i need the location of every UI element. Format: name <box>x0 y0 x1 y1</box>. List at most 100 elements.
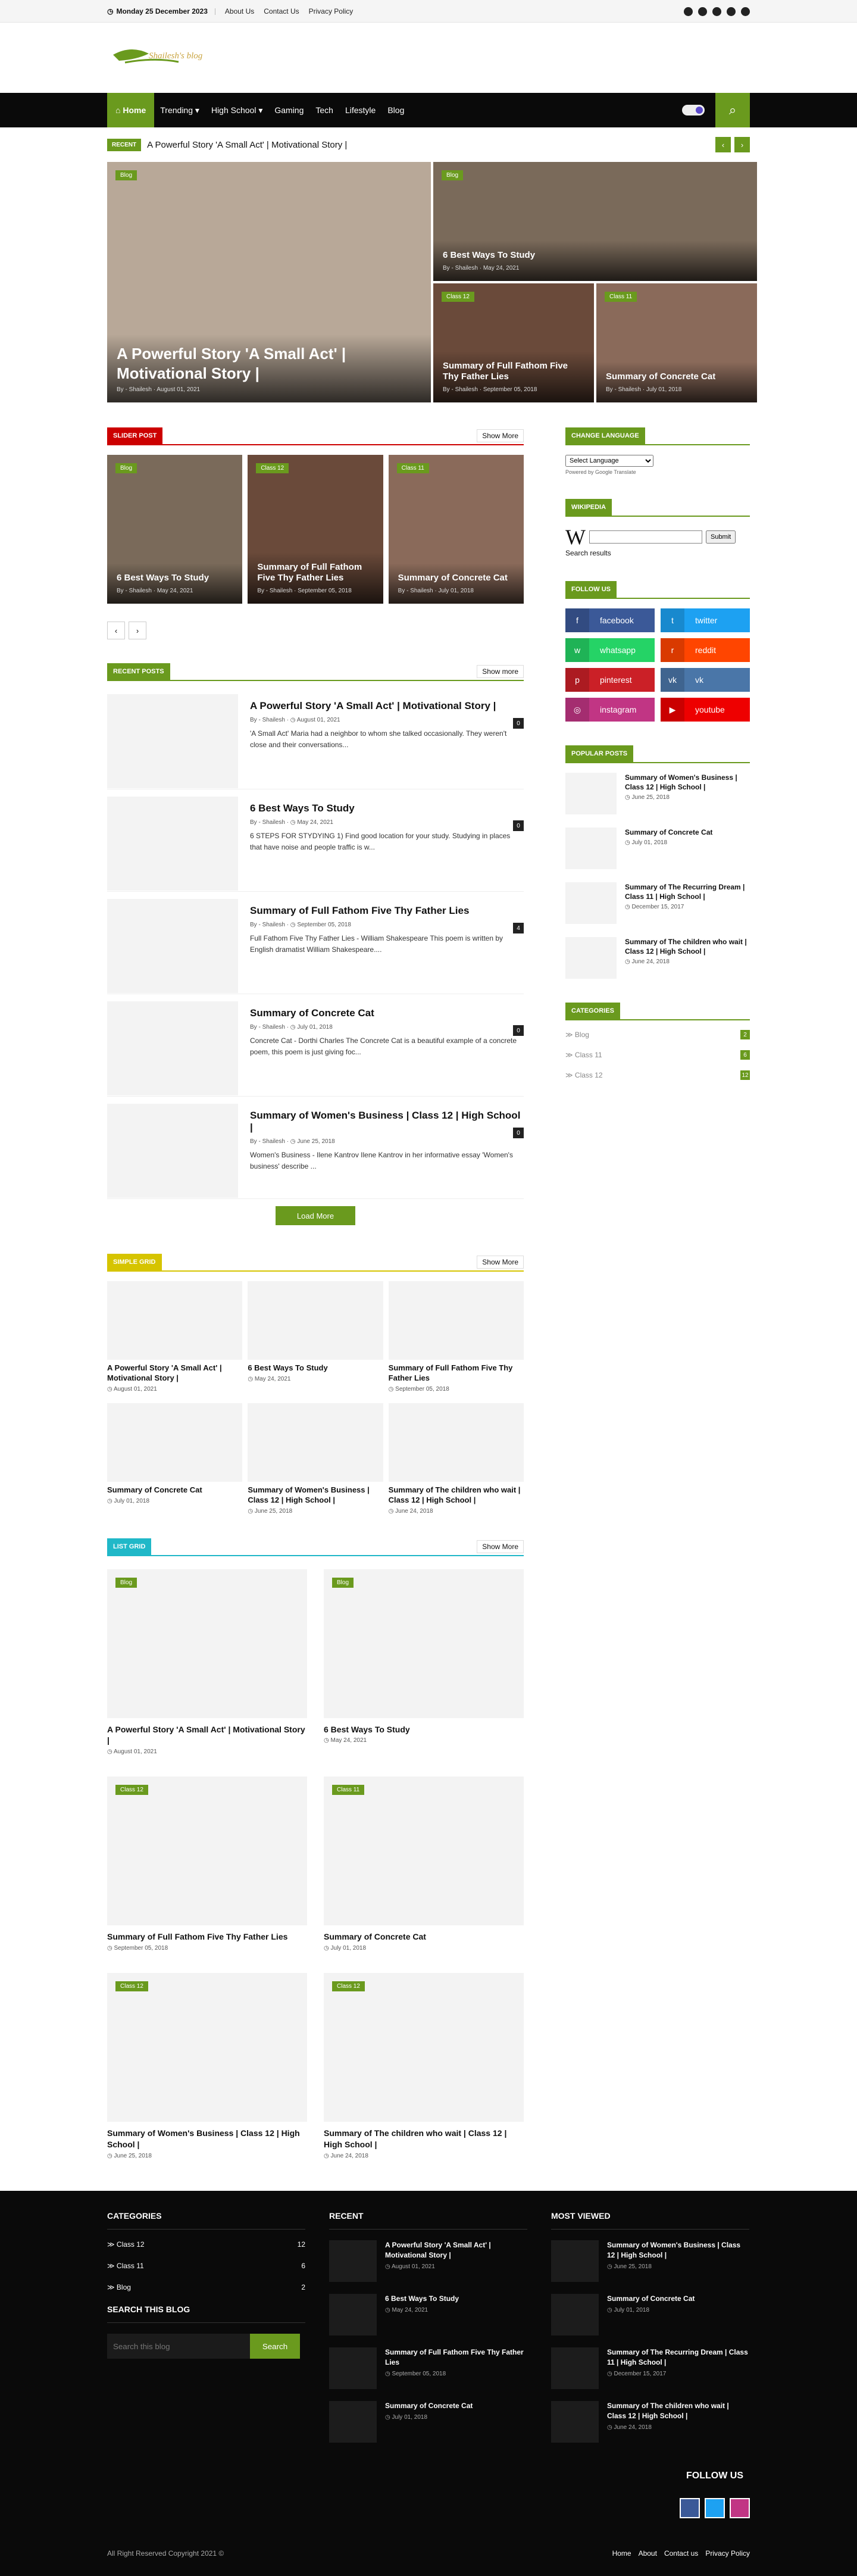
nav-lifestyle[interactable]: Lifestyle <box>339 93 381 127</box>
popular-post[interactable]: Summary of The Recurring Dream | Class 1… <box>565 882 750 924</box>
footer-recent-title: RECENT <box>329 2211 527 2230</box>
most-viewed-post[interactable]: Summary of The Recurring Dream | Class 1… <box>551 2347 749 2389</box>
home-icon: ⌂ <box>115 105 123 115</box>
dark-mode-toggle[interactable] <box>682 105 705 115</box>
pinterest-button[interactable]: p pinterest <box>565 668 655 692</box>
ticker-next-icon[interactable]: › <box>734 137 750 152</box>
telegram-icon[interactable] <box>712 7 721 16</box>
ticker: RECENT A Powerful Story 'A Small Act' | … <box>107 127 750 162</box>
grid-post[interactable]: 6 Best Ways To Study ◷ May 24, 2021 <box>248 1281 383 1392</box>
category-item[interactable]: ≫ Class 12 12 <box>565 1070 750 1080</box>
recent-post[interactable]: A Powerful Story 'A Small Act' | Motivat… <box>107 694 524 789</box>
nav-gaming[interactable]: Gaming <box>268 93 309 127</box>
popular-post[interactable]: Summary of Women's Business | Class 12 |… <box>565 773 750 814</box>
blog-search-button[interactable]: Search <box>250 2334 300 2359</box>
svg-text:Shailesh's blog: Shailesh's blog <box>149 51 203 61</box>
whatsapp-icon[interactable] <box>698 7 707 16</box>
recent-post[interactable]: Summary of Women's Business | Class 12 |… <box>107 1104 524 1199</box>
list-show-more[interactable]: Show More <box>477 1540 524 1553</box>
featured-post[interactable]: Blog A Powerful Story 'A Small Act' | Mot… <box>107 162 431 402</box>
most-viewed-post[interactable]: Summary of Women's Business | Class 12 |… <box>551 2240 749 2282</box>
most-viewed-post[interactable]: Summary of The children who wait | Class… <box>551 2401 749 2443</box>
ticker-prev-icon[interactable]: ‹ <box>715 137 731 152</box>
list-post[interactable]: Class 12 Summary of Women's Business | Cl… <box>107 1973 307 2159</box>
category-item[interactable]: ≫ Class 11 6 <box>565 1050 750 1060</box>
simple-show-more[interactable]: Show More <box>477 1256 524 1269</box>
footer-category[interactable]: ≫ Blog 2 <box>107 2283 305 2291</box>
footer-category[interactable]: ≫ Class 11 6 <box>107 2262 305 2270</box>
grid-post[interactable]: Summary of Concrete Cat ◷ July 01, 2018 <box>107 1403 243 1515</box>
footer-recent-post[interactable]: Summary of Concrete Cat ◷ July 01, 2018 <box>329 2401 527 2443</box>
featured-post[interactable]: Blog 6 Best Ways To Study By - Shailesh · … <box>433 162 757 281</box>
footer-home-link[interactable]: Home <box>612 2549 631 2558</box>
nav-high-school[interactable]: High School ▾ <box>205 93 268 127</box>
contact-link[interactable]: Contact Us <box>264 7 299 15</box>
grid-post[interactable]: Summary of Women's Business | Class 12 |… <box>248 1403 383 1515</box>
list-post[interactable]: Blog 6 Best Ways To Study ◷ May 24, 2021 <box>324 1569 524 1756</box>
list-post[interactable]: Class 12 Summary of Full Fathom Five Thy … <box>107 1776 307 1951</box>
site-logo[interactable]: Shailesh's blog <box>107 42 232 75</box>
whatsapp-button[interactable]: w whatsapp <box>565 638 655 662</box>
language-select[interactable]: Select Language <box>565 455 653 467</box>
featured-post[interactable]: Class 11 Summary of Concrete Cat By - Shai… <box>596 283 757 402</box>
slider-post[interactable]: Class 12 Summary of Full Fathom Five Thy … <box>248 455 383 604</box>
wiki-search-input[interactable] <box>589 530 702 544</box>
top-bar: ◷ Monday 25 December 2023 About Us Contact… <box>0 0 857 23</box>
category-item[interactable]: ≫ Blog 2 <box>565 1030 750 1039</box>
nav-tech[interactable]: Tech <box>309 93 339 127</box>
most-viewed-title: MOST VIEWED <box>551 2211 749 2230</box>
date-display: ◷ Monday 25 December 2023 <box>107 7 208 15</box>
recent-show-more[interactable]: Show more <box>477 665 524 678</box>
privacy-link[interactable]: Privacy Policy <box>309 7 354 15</box>
nav-blog[interactable]: Blog <box>381 93 410 127</box>
recent-post[interactable]: 6 Best Ways To Study By - Shailesh · ◷ Ma… <box>107 797 524 892</box>
about-link[interactable]: About Us <box>225 7 254 15</box>
slider-show-more[interactable]: Show More <box>477 429 524 442</box>
popular-post[interactable]: Summary of Concrete Cat ◷ July 01, 2018 <box>565 828 750 869</box>
facebook-icon[interactable] <box>680 2498 700 2518</box>
grid-post[interactable]: Summary of The children who wait | Class… <box>388 1403 524 1515</box>
grid-post[interactable]: Summary of Full Fathom Five Thy Father L… <box>388 1281 524 1392</box>
nav-trending[interactable]: Trending ▾ <box>154 93 205 127</box>
twitter-icon[interactable] <box>705 2498 725 2518</box>
ticker-text[interactable]: A Powerful Story 'A Small Act' | Motivat… <box>147 140 347 150</box>
facebook-icon[interactable] <box>684 7 693 16</box>
search-icon[interactable]: ⌕ <box>715 93 750 127</box>
twitter-button[interactable]: t twitter <box>661 608 750 632</box>
slider-title: SLIDER POST <box>107 427 163 444</box>
instagram-icon[interactable] <box>741 7 750 16</box>
youtube-button[interactable]: ▶ youtube <box>661 698 750 722</box>
list-post[interactable]: Class 12 Summary of The children who wait… <box>324 1973 524 2159</box>
nav-home[interactable]: ⌂ Home <box>107 93 155 127</box>
footer-recent-post[interactable]: 6 Best Ways To Study ◷ May 24, 2021 <box>329 2294 527 2335</box>
follow-title: FOLLOW US <box>565 581 617 598</box>
footer-recent-post[interactable]: Summary of Full Fathom Five Thy Father L… <box>329 2347 527 2389</box>
recent-post[interactable]: Summary of Concrete Cat By - Shailesh · ◷… <box>107 1001 524 1097</box>
vk-button[interactable]: vk vk <box>661 668 750 692</box>
popular-post[interactable]: Summary of The children who wait | Class… <box>565 937 750 979</box>
footer-privacy-link[interactable]: Privacy Policy <box>705 2549 750 2558</box>
slider-post[interactable]: Blog 6 Best Ways To Study By - Shailesh · … <box>107 455 243 604</box>
slider-post[interactable]: Class 11 Summary of Concrete Cat By - Shai… <box>388 455 524 604</box>
reddit-button[interactable]: r reddit <box>661 638 750 662</box>
slider-prev-icon[interactable]: ‹ <box>107 622 125 639</box>
footer-about-link[interactable]: About <box>639 2549 657 2558</box>
footer-contact-link[interactable]: Contact us <box>664 2549 698 2558</box>
footer-category[interactable]: ≫ Class 12 12 <box>107 2240 305 2249</box>
instagram-button[interactable]: ◎ instagram <box>565 698 655 722</box>
grid-post[interactable]: A Powerful Story 'A Small Act' | Motivat… <box>107 1281 243 1392</box>
simple-grid-title: SIMPLE GRID <box>107 1254 162 1270</box>
most-viewed-post[interactable]: Summary of Concrete Cat ◷ July 01, 2018 <box>551 2294 749 2335</box>
list-post[interactable]: Class 11 Summary of Concrete Cat ◷ July 01… <box>324 1776 524 1951</box>
blog-search-input[interactable] <box>107 2334 250 2359</box>
list-post[interactable]: Blog A Powerful Story 'A Small Act' | Mot… <box>107 1569 307 1755</box>
load-more-button[interactable]: Load More <box>276 1206 355 1225</box>
slider-next-icon[interactable]: › <box>129 622 146 639</box>
recent-post[interactable]: Summary of Full Fathom Five Thy Father L… <box>107 899 524 994</box>
instagram-icon[interactable] <box>730 2498 750 2518</box>
featured-post[interactable]: Class 12 Summary of Full Fathom Five Thy … <box>433 283 594 402</box>
wiki-submit-button[interactable]: Submit <box>705 530 736 544</box>
twitter-icon[interactable] <box>727 7 736 16</box>
footer-recent-post[interactable]: A Powerful Story 'A Small Act' | Motivat… <box>329 2240 527 2282</box>
facebook-button[interactable]: f facebook <box>565 608 655 632</box>
